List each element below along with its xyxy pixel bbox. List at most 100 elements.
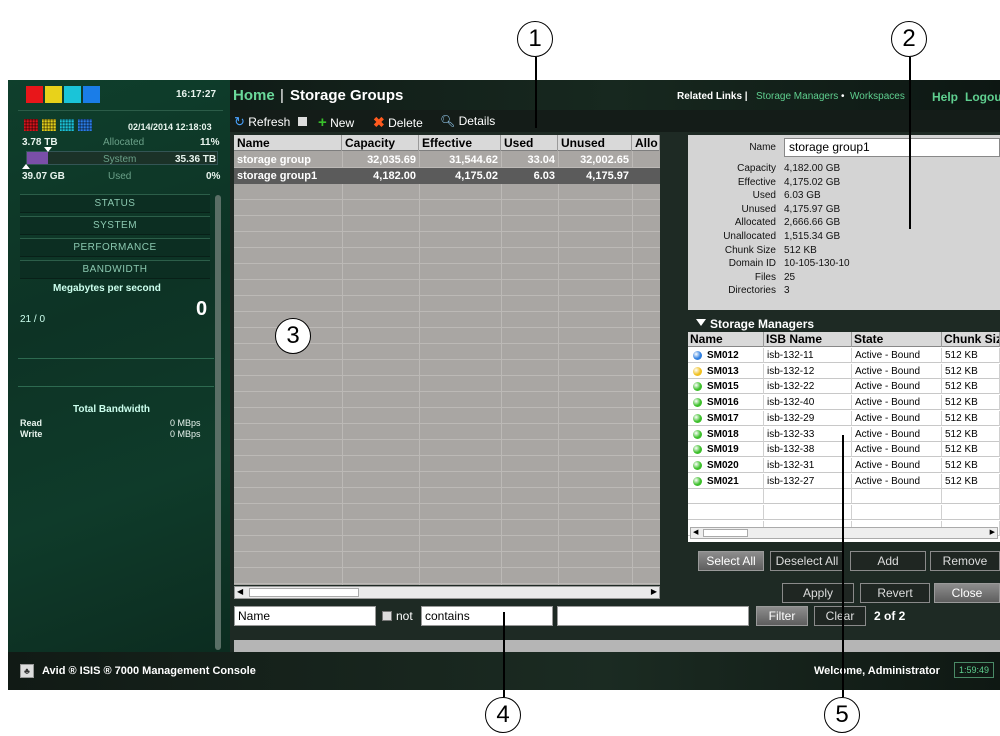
help-link[interactable]: Help [932,90,958,104]
used-pct: 0% [206,171,221,182]
filter-not-checkbox[interactable] [382,611,392,621]
detail-value: 4,175.97 GB [784,203,841,215]
read-label: Read [20,418,43,428]
result-count: 2 of 2 [874,609,906,623]
home-link[interactable]: Home [233,87,275,104]
sm-cell-chunk [942,489,1000,505]
storage-managers-section-title[interactable]: Storage Managers [688,316,1000,332]
product-name: Avid ® ISIS ® 7000 Management Console [42,665,256,677]
column-capacity[interactable]: Capacity [342,135,419,151]
sm-table-row[interactable]: SM012 isb-132-11 Active - Bound 512 KB [688,348,1000,363]
delete-button[interactable]: ✖ Delete [373,114,423,131]
filter-operator-select[interactable]: contains [421,606,553,626]
sm-table-row[interactable]: SM017 isb-132-29 Active - Bound 512 KB [688,410,1000,426]
read-value: 0 MBps [170,418,201,428]
scroll-left-icon[interactable]: ◀ [693,528,698,536]
sm-cell-name: SM015 [688,379,764,395]
related-link-workspaces[interactable]: Workspaces [850,91,905,102]
related-links-label: Related Links | [677,91,748,102]
status-dot-icon [693,445,702,455]
sm-table-row[interactable]: SM020 isb-132-31 Active - Bound 512 KB [688,457,1000,473]
column-used[interactable]: Used [501,135,558,151]
sm-cell-chunk: 512 KB [942,410,1000,426]
sm-table-row[interactable] [688,489,1000,505]
sm-cell-isb: isb-132-29 [764,410,852,426]
sm-cell-state: Active - Bound [852,473,942,489]
sm-table-row[interactable] [688,505,1000,520]
sm-table-row[interactable]: SM018 isb-132-33 Active - Bound 512 KB [688,426,1000,442]
progress-strip [234,640,1000,652]
sm-name: SM018 [707,428,739,440]
sm-name: SM020 [707,459,739,471]
detail-name-input[interactable]: storage group1 [784,138,1000,157]
deselect-all-button[interactable]: Deselect All [770,551,844,571]
sm-cell-chunk: 512 KB [942,457,1000,473]
scroll-right-icon[interactable]: ▶ [990,528,995,536]
filter-field-select[interactable]: Name [234,606,376,626]
sm-column-isb-name[interactable]: ISB Name [764,332,852,347]
logout-link[interactable]: Logout [965,90,1000,104]
left-clock: 16:17:27 [176,89,217,100]
sm-table-row[interactable]: SM021 isb-132-27 Active - Bound 512 KB [688,473,1000,489]
close-button[interactable]: Close [934,583,1000,603]
cell-name: storage group1 [237,170,318,182]
detail-label: Used [752,190,776,202]
table-row-selected[interactable]: storage group1 4,182.00 4,175.02 6.03 4,… [234,168,660,184]
sm-cell-isb: isb-132-38 [764,442,852,458]
sm-horizontal-scrollbar[interactable]: ◀ ▶ [690,527,998,539]
column-name[interactable]: Name [234,135,342,151]
cell-unused: 4,175.97 [586,170,629,182]
scroll-thumb[interactable] [249,588,359,597]
column-effective[interactable]: Effective [419,135,501,151]
details-button[interactable]: 🔍︎ Details [440,114,495,128]
sm-cell-chunk: 512 KB [942,426,1000,442]
column-unused[interactable]: Unused [558,135,632,151]
status-dot-icon [693,460,702,470]
nav-system[interactable]: SYSTEM [20,216,210,235]
avid-logo-icon: ♣ [20,664,34,678]
clear-button[interactable]: Clear [814,606,866,626]
remove-button[interactable]: Remove [930,551,1000,571]
table-row[interactable]: storage group 32,035.69 31,544.62 33.04 … [234,152,660,168]
scroll-left-icon[interactable]: ◀ [237,587,243,596]
breadcrumb-separator: | [280,87,284,104]
sm-column-name[interactable]: Name [688,332,764,347]
nav-bandwidth[interactable]: BANDWIDTH [20,260,210,279]
scroll-right-icon[interactable]: ▶ [651,587,657,596]
filter-value-input[interactable] [557,606,749,626]
select-all-button[interactable]: Select All [698,551,764,571]
detail-value: 25 [784,271,796,283]
scroll-thumb[interactable] [703,529,748,537]
cell-used: 33.04 [527,154,555,166]
column-allocated[interactable]: Allo [632,135,660,151]
nav-performance[interactable]: PERFORMANCE [20,238,210,257]
nav-status[interactable]: STATUS [20,194,210,213]
sm-table-row[interactable]: SM016 isb-132-40 Active - Bound 512 KB [688,395,1000,411]
sm-cell-chunk: 512 KB [942,379,1000,395]
status-dot-icon [693,351,702,360]
cell-effective: 4,175.02 [455,170,498,182]
magnifier-icon: 🔍︎ [440,114,456,128]
grid-horizontal-scrollbar[interactable]: ◀ ▶ [234,586,660,599]
cyan-grid-icon [60,119,74,131]
sm-cell-name: SM020 [688,457,764,473]
left-scrollbar[interactable] [215,195,221,650]
sm-table-row[interactable]: SM019 isb-132-38 Active - Bound 512 KB [688,442,1000,458]
cell-capacity: 32,035.69 [367,154,416,166]
sm-cell-isb: isb-132-40 [764,395,852,411]
sm-column-state[interactable]: State [852,332,942,347]
filter-button[interactable]: Filter [756,606,808,626]
sm-cell-isb: isb-132-12 [764,363,852,379]
detail-value: 4,182.00 GB [784,163,841,174]
add-button[interactable]: Add [850,551,926,571]
refresh-button[interactable]: ↻ Refresh [234,114,290,130]
detail-label: Unallocated [723,231,776,242]
new-button[interactable]: + New [318,114,354,131]
sm-table-row[interactable]: SM015 isb-132-22 Active - Bound 512 KB [688,379,1000,395]
revert-button[interactable]: Revert [860,583,930,603]
sm-column-chunk-size[interactable]: Chunk Siz [942,332,1000,347]
callout-2-leader [909,57,911,229]
related-link-storage-managers[interactable]: Storage Managers [756,91,838,102]
sm-table-row[interactable]: SM013 isb-132-12 Active - Bound 512 KB [688,363,1000,379]
sm-name: SM016 [707,397,739,409]
